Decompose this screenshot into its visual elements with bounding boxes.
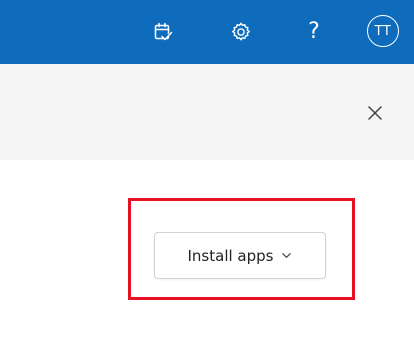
install-apps-button[interactable]: Install apps — [154, 232, 326, 279]
close-button[interactable] — [362, 100, 388, 126]
panel-header — [0, 64, 414, 160]
top-bar: ? TT — [0, 0, 414, 64]
gear-icon[interactable] — [226, 0, 256, 64]
install-apps-label: Install apps — [187, 246, 274, 265]
chevron-down-icon — [282, 253, 292, 258]
avatar-initials: TT — [374, 23, 392, 39]
avatar[interactable]: TT — [367, 15, 399, 47]
help-glyph: ? — [308, 19, 320, 44]
calendar-check-icon[interactable] — [148, 0, 178, 64]
help-icon[interactable]: ? — [300, 0, 328, 64]
close-icon — [368, 106, 382, 120]
